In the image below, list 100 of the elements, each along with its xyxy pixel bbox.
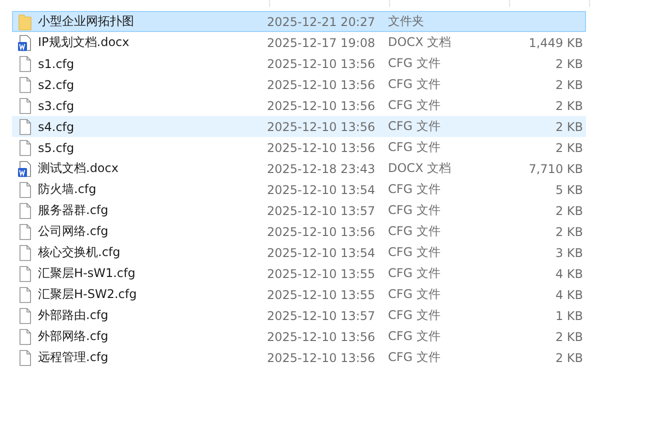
file-type: CFG 文件 — [388, 202, 442, 219]
file-row[interactable]: 外部网络.cfg 2025-12-10 13:56 CFG 文件 2 KB — [12, 326, 586, 347]
file-size: 1 KB — [555, 308, 583, 322]
file-icon — [17, 222, 33, 240]
file-name: 小型企业网拓扑图 — [38, 13, 134, 30]
file-name: 核心交换机.cfg — [38, 244, 120, 261]
file-row[interactable]: 汇聚层H-sW1.cfg 2025-12-10 13:55 CFG 文件 4 KB — [12, 263, 586, 284]
file-name: IP规划文档.docx — [38, 34, 130, 51]
file-row[interactable]: 外部路由.cfg 2025-12-10 13:57 CFG 文件 1 KB — [12, 305, 586, 326]
file-row[interactable]: 公司网络.cfg 2025-12-10 13:56 CFG 文件 2 KB — [12, 221, 586, 242]
file-name: 公司网络.cfg — [38, 223, 108, 240]
file-type: CFG 文件 — [388, 97, 442, 114]
file-type: CFG 文件 — [388, 139, 442, 156]
file-size: 2 KB — [555, 98, 583, 112]
word-document-icon — [17, 160, 33, 178]
file-name: 服务器群.cfg — [38, 202, 108, 219]
file-name: 外部路由.cfg — [38, 307, 108, 324]
file-name: 测试文档.docx — [38, 160, 118, 177]
modified-date: 2025-12-10 13:55 — [267, 288, 376, 302]
modified-date: 2025-12-18 23:43 — [267, 162, 376, 176]
modified-date: 2025-12-10 13:54 — [267, 246, 376, 260]
file-row[interactable]: 服务器群.cfg 2025-12-10 13:57 CFG 文件 2 KB — [12, 200, 586, 221]
file-size: 4 KB — [555, 288, 583, 302]
file-size: 2 KB — [555, 140, 583, 154]
word-document-icon — [17, 34, 33, 52]
file-icon — [17, 54, 33, 72]
file-type: CFG 文件 — [388, 76, 442, 93]
modified-date: 2025-12-21 20:27 — [267, 14, 376, 28]
modified-date: 2025-12-10 13:56 — [267, 78, 376, 92]
file-size: 2 KB — [555, 120, 583, 134]
file-type: DOCX 文档 — [388, 34, 452, 51]
file-type: CFG 文件 — [388, 286, 442, 303]
file-type: CFG 文件 — [388, 55, 442, 72]
file-row[interactable]: s4.cfg 2025-12-10 13:56 CFG 文件 2 KB — [12, 116, 586, 137]
file-type: CFG 文件 — [388, 328, 442, 345]
file-size: 2 KB — [555, 350, 583, 364]
file-name: 远程管理.cfg — [38, 349, 108, 366]
file-name: s2.cfg — [38, 78, 74, 92]
file-name: s5.cfg — [38, 140, 74, 154]
file-type: CFG 文件 — [388, 349, 442, 366]
file-row[interactable]: 核心交换机.cfg 2025-12-10 13:54 CFG 文件 3 KB — [12, 242, 586, 263]
folder-icon — [17, 12, 33, 30]
file-name: 外部网络.cfg — [38, 328, 108, 345]
file-type: CFG 文件 — [388, 244, 442, 261]
file-size: 2 KB — [555, 78, 583, 92]
modified-date: 2025-12-10 13:56 — [267, 56, 376, 70]
file-name: s1.cfg — [38, 56, 74, 70]
file-size: 3 KB — [555, 246, 583, 260]
file-type: CFG 文件 — [388, 307, 442, 324]
file-icon — [17, 264, 33, 282]
file-type: CFG 文件 — [388, 181, 442, 198]
file-row[interactable]: 测试文档.docx 2025-12-18 23:43 DOCX 文档 7,710 KB — [12, 158, 586, 179]
file-row[interactable]: 汇聚层H-SW2.cfg 2025-12-10 13:55 CFG 文件 4 KB — [12, 284, 586, 305]
file-size: 2 KB — [555, 330, 583, 344]
file-icon — [17, 202, 33, 220]
file-size: 4 KB — [555, 266, 583, 280]
modified-date: 2025-12-10 13:57 — [267, 308, 376, 322]
file-size: 2 KB — [555, 224, 583, 238]
file-icon — [17, 328, 33, 346]
file-row[interactable]: s5.cfg 2025-12-10 13:56 CFG 文件 2 KB — [12, 137, 586, 158]
file-row[interactable]: s1.cfg 2025-12-10 13:56 CFG 文件 2 KB — [12, 53, 586, 74]
file-icon — [17, 76, 33, 94]
file-icon — [17, 138, 33, 156]
file-type: CFG 文件 — [388, 223, 442, 240]
file-type: 文件夹 — [388, 13, 425, 30]
file-size: 7,710 KB — [528, 162, 583, 176]
modified-date: 2025-12-10 13:54 — [267, 182, 376, 196]
file-icon — [17, 118, 33, 136]
file-row[interactable]: s2.cfg 2025-12-10 13:56 CFG 文件 2 KB — [12, 74, 586, 95]
file-icon — [17, 96, 33, 114]
file-row[interactable]: 防火墙.cfg 2025-12-10 13:54 CFG 文件 5 KB — [12, 179, 586, 200]
file-type: CFG 文件 — [388, 118, 442, 135]
file-size: 5 KB — [555, 182, 583, 196]
file-name: s3.cfg — [38, 98, 74, 112]
modified-date: 2025-12-10 13:56 — [267, 350, 376, 364]
file-size: 2 KB — [555, 56, 583, 70]
file-row[interactable]: s3.cfg 2025-12-10 13:56 CFG 文件 2 KB — [12, 95, 586, 116]
file-type: DOCX 文档 — [388, 160, 452, 177]
modified-date: 2025-12-10 13:56 — [267, 98, 376, 112]
file-name: 汇聚层H-SW2.cfg — [38, 286, 137, 303]
modified-date: 2025-12-17 19:08 — [267, 36, 376, 50]
file-icon — [17, 286, 33, 304]
file-icon — [17, 348, 33, 366]
file-icon — [17, 306, 33, 324]
modified-date: 2025-12-10 13:56 — [267, 330, 376, 344]
file-name: 防火墙.cfg — [38, 181, 96, 198]
file-row[interactable]: 远程管理.cfg 2025-12-10 13:56 CFG 文件 2 KB — [12, 347, 586, 368]
modified-date: 2025-12-10 13:56 — [267, 120, 376, 134]
file-row[interactable]: IP规划文档.docx 2025-12-17 19:08 DOCX 文档 1,449 KB — [12, 32, 586, 53]
file-name: s4.cfg — [38, 120, 74, 134]
file-type: CFG 文件 — [388, 265, 442, 282]
file-size: 2 KB — [555, 204, 583, 218]
file-icon — [17, 244, 33, 262]
modified-date: 2025-12-10 13:56 — [267, 140, 376, 154]
file-size: 1,449 KB — [528, 36, 583, 50]
file-row[interactable]: 小型企业网拓扑图 2025-12-21 20:27 文件夹 — [12, 11, 586, 32]
modified-date: 2025-12-10 13:55 — [267, 266, 376, 280]
file-icon — [17, 180, 33, 198]
modified-date: 2025-12-10 13:56 — [267, 224, 376, 238]
file-name: 汇聚层H-sW1.cfg — [38, 265, 136, 282]
